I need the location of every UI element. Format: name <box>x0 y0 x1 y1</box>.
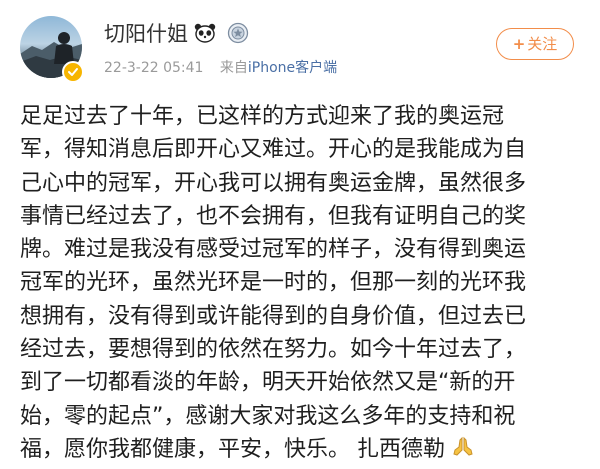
post-body: 足足过去了十年，已这样的方式迎来了我的奥运冠 军，得知消息后即开心又难过。开心的… <box>20 100 582 469</box>
post-header: 切阳什姐 22-3-22 05:41 来自iPhone客户端 + 关注 <box>0 0 600 96</box>
post-line: 始，零的起点”，感谢大家对我这么多年的支持和祝 <box>20 403 516 429</box>
panda-icon <box>194 23 216 47</box>
follow-label: 关注 <box>527 35 558 53</box>
post-line: 军，得知消息后即开心又难过。开心的是我能成为自 <box>20 137 527 163</box>
post-line: 冠军的光环，虽然光环是一时的，但那一刻的光环我 <box>20 270 527 296</box>
post-line: 己心中的冠军，开心我可以拥有奥运金牌，虽然很多 <box>20 170 527 196</box>
post-line: 到了一切都看淡的年龄，明天开始依然又是“新的开 <box>20 370 516 396</box>
verified-badge-icon <box>62 61 84 83</box>
post-line: 经过去，要想得到的依然在努力。如今十年过去了， <box>20 337 527 363</box>
follow-button[interactable]: + 关注 <box>496 28 574 60</box>
post-meta: 22-3-22 05:41 来自iPhone客户端 <box>104 58 337 78</box>
weibo-post: 切阳什姐 22-3-22 05:41 来自iPhone客户端 + 关注 足足过去… <box>0 0 600 462</box>
post-last-line: 福，愿你我都健康，平安，快乐。 扎西德勒 <box>20 433 582 469</box>
source-client[interactable]: iPhone客户端 <box>248 60 337 76</box>
post-timestamp: 22-3-22 05:41 <box>104 60 204 76</box>
post-line: 想拥有，没有得到或许能得到的自身价值，但过去已 <box>20 303 527 329</box>
follow-plus: + <box>512 35 526 53</box>
praying-hands-icon <box>451 435 475 469</box>
source-prefix: 来自 <box>219 60 248 76</box>
author-badges <box>194 22 255 46</box>
author-name[interactable]: 切阳什姐 <box>104 20 188 48</box>
post-line: 牌。难过是我没有感受过冠军的样子，没有得到奥运 <box>20 237 527 263</box>
post-line: 福，愿你我都健康，平安，快乐。 扎西德勒 <box>20 436 445 462</box>
post-line: 足足过去了十年，已这样的方式迎来了我的奥运冠 <box>20 104 505 129</box>
gold-medal-icon <box>227 22 249 48</box>
post-line: 事情已经过去了，也不会拥有，但我有证明自己的奖 <box>20 203 527 229</box>
